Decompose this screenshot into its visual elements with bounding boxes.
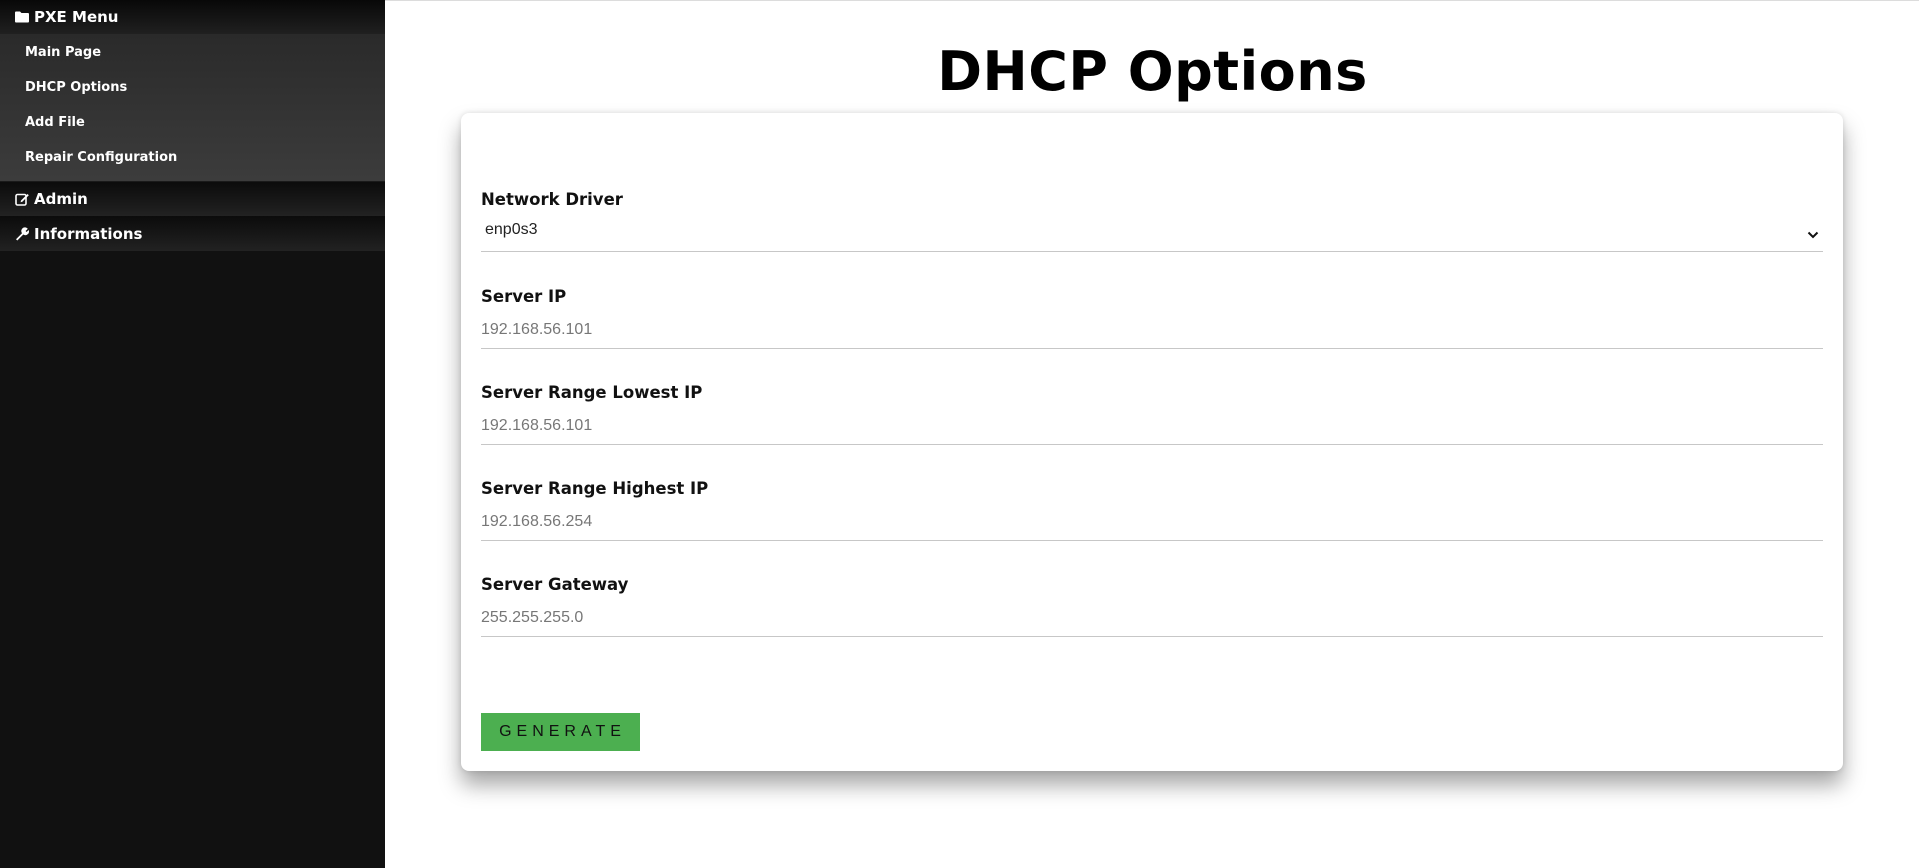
- range-lowest-input[interactable]: [481, 407, 1823, 445]
- pxe-submenu: Main Page DHCP Options Add File Repair C…: [0, 34, 385, 181]
- sidebar: PXE Menu Main Page DHCP Options Add File…: [0, 0, 385, 868]
- range-highest-field: Server Range Highest IP: [481, 479, 1823, 541]
- sidebar-item-label: Informations: [34, 224, 143, 243]
- top-divider: [385, 0, 1919, 1]
- range-lowest-field: Server Range Lowest IP: [481, 383, 1823, 445]
- network-driver-label: Network Driver: [481, 190, 623, 209]
- wrench-icon: [15, 226, 31, 242]
- sidebar-item-repair-configuration[interactable]: Repair Configuration: [0, 140, 385, 175]
- sidebar-item-pxe-menu[interactable]: PXE Menu: [0, 0, 385, 34]
- sidebar-item-admin[interactable]: Admin: [0, 181, 385, 216]
- folder-icon: [15, 9, 31, 25]
- sidebar-item-label: PXE Menu: [34, 8, 119, 26]
- generate-button[interactable]: GENERATE: [481, 713, 640, 751]
- sidebar-item-add-file[interactable]: Add File: [0, 105, 385, 140]
- network-driver-select[interactable]: enp0s3: [481, 214, 1823, 252]
- sidebar-item-label: Admin: [34, 190, 88, 208]
- network-driver-field: Network Driver enp0s3: [481, 190, 1823, 252]
- sidebar-item-main-page[interactable]: Main Page: [0, 35, 385, 70]
- gateway-field: Server Gateway: [481, 575, 1823, 637]
- dhcp-form-card: Network Driver enp0s3 Server IP Server R…: [461, 113, 1843, 771]
- sidebar-item-dhcp-options[interactable]: DHCP Options: [0, 70, 385, 105]
- range-highest-input[interactable]: [481, 503, 1823, 541]
- gateway-label: Server Gateway: [481, 575, 629, 594]
- server-ip-label: Server IP: [481, 287, 567, 306]
- range-highest-label: Server Range Highest IP: [481, 479, 709, 498]
- gateway-input[interactable]: [481, 599, 1823, 637]
- range-lowest-label: Server Range Lowest IP: [481, 383, 703, 402]
- page-title: DHCP Options: [937, 40, 1368, 103]
- network-driver-value: enp0s3: [481, 214, 1823, 252]
- server-ip-input[interactable]: [481, 311, 1823, 349]
- server-ip-field: Server IP: [481, 287, 1823, 349]
- edit-icon: [15, 191, 31, 207]
- chevron-down-icon: [1807, 226, 1819, 239]
- sidebar-item-informations[interactable]: Informations: [0, 216, 385, 251]
